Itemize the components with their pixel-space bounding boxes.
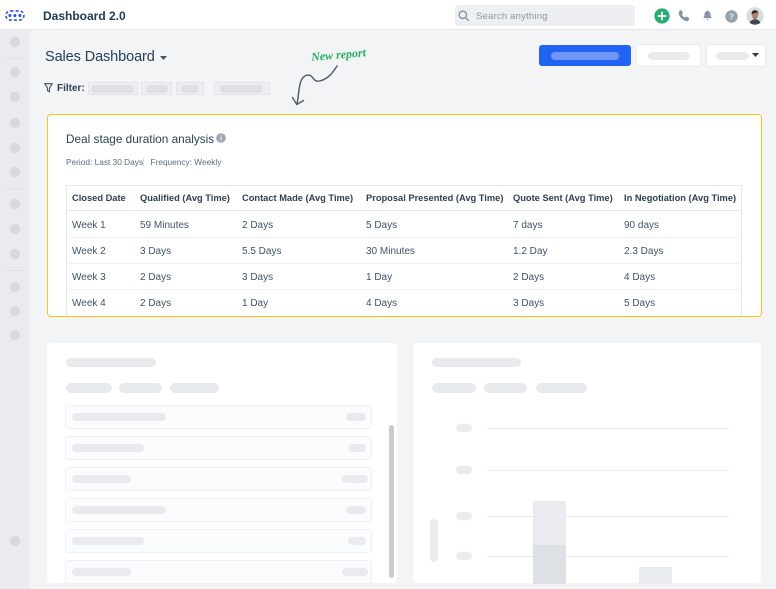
svg-text:?: ? — [729, 12, 734, 21]
svg-text:i: i — [220, 136, 222, 143]
